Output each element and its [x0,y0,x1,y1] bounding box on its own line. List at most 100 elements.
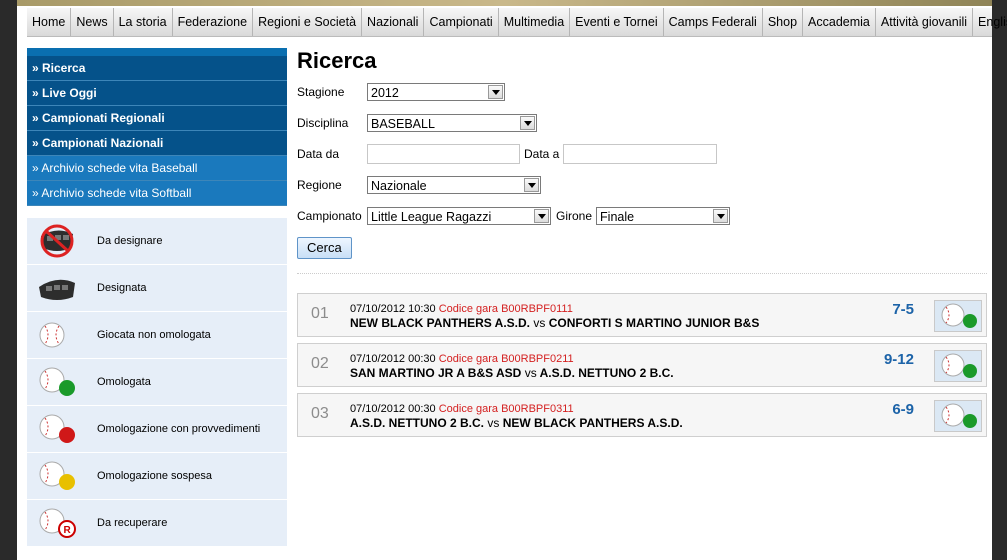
away-team: A.S.D. NETTUNO 2 B.C. [539,366,674,380]
sidebar: » Ricerca » Live Oggi » Campionati Regio… [27,48,287,547]
legend-item: Omologazione con provvedimenti [27,406,287,453]
nav-nazionali[interactable]: Nazionali [362,8,425,36]
sidebar-item-archivio-softball[interactable]: » Archivio schede vita Softball [27,181,287,206]
away-team: NEW BLACK PANTHERS A.S.D. [502,416,683,430]
nav-federazione[interactable]: Federazione [173,8,254,36]
game-date: 07/10/2012 00:30 Codice gara B00RBPF0311 [350,403,574,415]
nav-camps[interactable]: Camps Federali [664,8,763,36]
nav-multimedia[interactable]: Multimedia [499,8,571,36]
game-teams: NEW BLACK PANTHERS A.S.D. vs CONFORTI S … [350,316,759,330]
mask-icon [35,269,79,307]
nav-eventi[interactable]: Eventi e Tornei [570,8,664,36]
vs-label: vs [487,416,500,430]
game-datetime: 07/10/2012 00:30 [350,403,436,415]
baseball-r-icon: R [35,504,79,542]
nav-accademia[interactable]: Accademia [803,8,876,36]
data-row: Data da Data a [297,144,987,164]
legend-label: Omologazione sospesa [97,470,212,482]
top-nav: Home News La storia Federazione Regioni … [27,8,1007,37]
baseball-green-icon[interactable] [934,400,982,432]
stagione-value: 2012 [371,86,399,100]
legend-item: Designata [27,265,287,312]
data-a-label: Data a [524,147,560,161]
divider [297,273,987,274]
cerca-button[interactable]: Cerca [297,237,352,259]
baseball-green-icon[interactable] [934,350,982,382]
game-datetime: 07/10/2012 00:30 [350,353,436,365]
disciplina-select[interactable]: BASEBALL [367,114,537,132]
chevron-down-icon [713,209,729,223]
chevron-down-icon [488,85,503,99]
svg-text:R: R [64,525,72,536]
vs-label: vs [524,366,537,380]
regione-label: Regione [297,178,342,192]
campionato-label: Campionato [297,209,362,223]
game-row[interactable]: 01 07/10/2012 10:30 Codice gara B00RBPF0… [297,293,987,337]
girone-label: Girone [556,209,593,223]
disciplina-row: Disciplina BASEBALL [297,113,987,133]
nav-la-storia[interactable]: La storia [114,8,173,36]
nav-campionati[interactable]: Campionati [424,8,499,36]
data-da-input[interactable] [367,144,520,164]
game-score: 6-9 [892,401,914,418]
game-row[interactable]: 02 07/10/2012 00:30 Codice gara B00RBPF0… [297,343,987,387]
page-title: Ricerca [297,48,377,73]
nav-shop[interactable]: Shop [763,8,804,36]
game-date: 07/10/2012 10:30 Codice gara B00RBPF0111 [350,303,573,315]
game-score: 7-5 [892,301,914,318]
game-row[interactable]: 03 07/10/2012 00:30 Codice gara B00RBPF0… [297,393,987,437]
status-legend: Da designare Designata Giocata non omolo… [27,218,287,547]
girone-select[interactable]: Finale [596,207,731,225]
game-number: 01 [311,305,329,322]
legend-item: Da designare [27,218,287,265]
games-list: 01 07/10/2012 10:30 Codice gara B00RBPF0… [297,293,987,437]
stagione-select[interactable]: 2012 [367,83,505,101]
vs-label: vs [533,316,546,330]
data-a-input[interactable] [563,144,718,164]
sidebar-item-live-oggi[interactable]: » Live Oggi [27,81,287,106]
mask-crossed-icon [35,222,79,260]
away-team: CONFORTI S MARTINO JUNIOR B&S [548,316,760,330]
baseball-icon [35,316,79,354]
sidebar-item-archivio-baseball[interactable]: » Archivio schede vita Baseball [27,156,287,181]
legend-item: Omologata [27,359,287,406]
regione-select[interactable]: Nazionale [367,176,541,194]
nav-english[interactable]: English [973,8,1007,36]
chevron-down-icon [534,209,549,223]
sidebar-item-campionati-regionali[interactable]: » Campionati Regionali [27,106,287,131]
stagione-label: Stagione [297,85,345,99]
sidebar-item-campionati-nazionali[interactable]: » Campionati Nazionali [27,131,287,156]
chevron-down-icon [524,178,539,192]
nav-regioni[interactable]: Regioni e Società [253,8,363,36]
nav-news[interactable]: News [71,8,114,36]
legend-item: Giocata non omologata [27,312,287,359]
legend-label: Omologazione con provvedimenti [97,423,261,435]
baseball-green-icon[interactable] [934,300,982,332]
nav-attivita[interactable]: Attività giovanili [876,8,974,36]
legend-label: Da recuperare [97,517,168,529]
legend-label: Omologata [97,376,151,388]
regione-value: Nazionale [371,179,427,193]
campionato-row: Campionato Little League Ragazzi Girone … [297,206,987,226]
game-score: 9-12 [883,351,914,368]
game-date: 07/10/2012 00:30 Codice gara B00RBPF0211 [350,353,574,365]
regione-row: Regione Nazionale [297,175,987,195]
page: Home News La storia Federazione Regioni … [17,0,1007,560]
disciplina-value: BASEBALL [371,117,435,131]
disciplina-label: Disciplina [297,116,349,130]
sidebar-item-ricerca[interactable]: » Ricerca [27,56,287,81]
header-strip [17,0,992,6]
legend-label: Da designare [97,235,163,247]
game-code: Codice gara B00RBPF0311 [438,403,574,415]
nav-home[interactable]: Home [27,8,72,36]
game-teams: A.S.D. NETTUNO 2 B.C. vs NEW BLACK PANTH… [350,416,683,430]
campionato-select[interactable]: Little League Ragazzi [367,207,551,225]
sidebar-header [27,48,287,56]
main-content: Ricerca Stagione 2012 Disciplina BASEBAL… [297,44,987,443]
baseball-yellow-icon [35,457,79,495]
legend-item: R Da recuperare [27,500,287,547]
game-code: Codice gara B00RBPF0211 [438,353,574,365]
baseball-red-icon [35,410,79,448]
campionato-value: Little League Ragazzi [371,210,492,224]
data-da-label: Data da [297,147,340,161]
